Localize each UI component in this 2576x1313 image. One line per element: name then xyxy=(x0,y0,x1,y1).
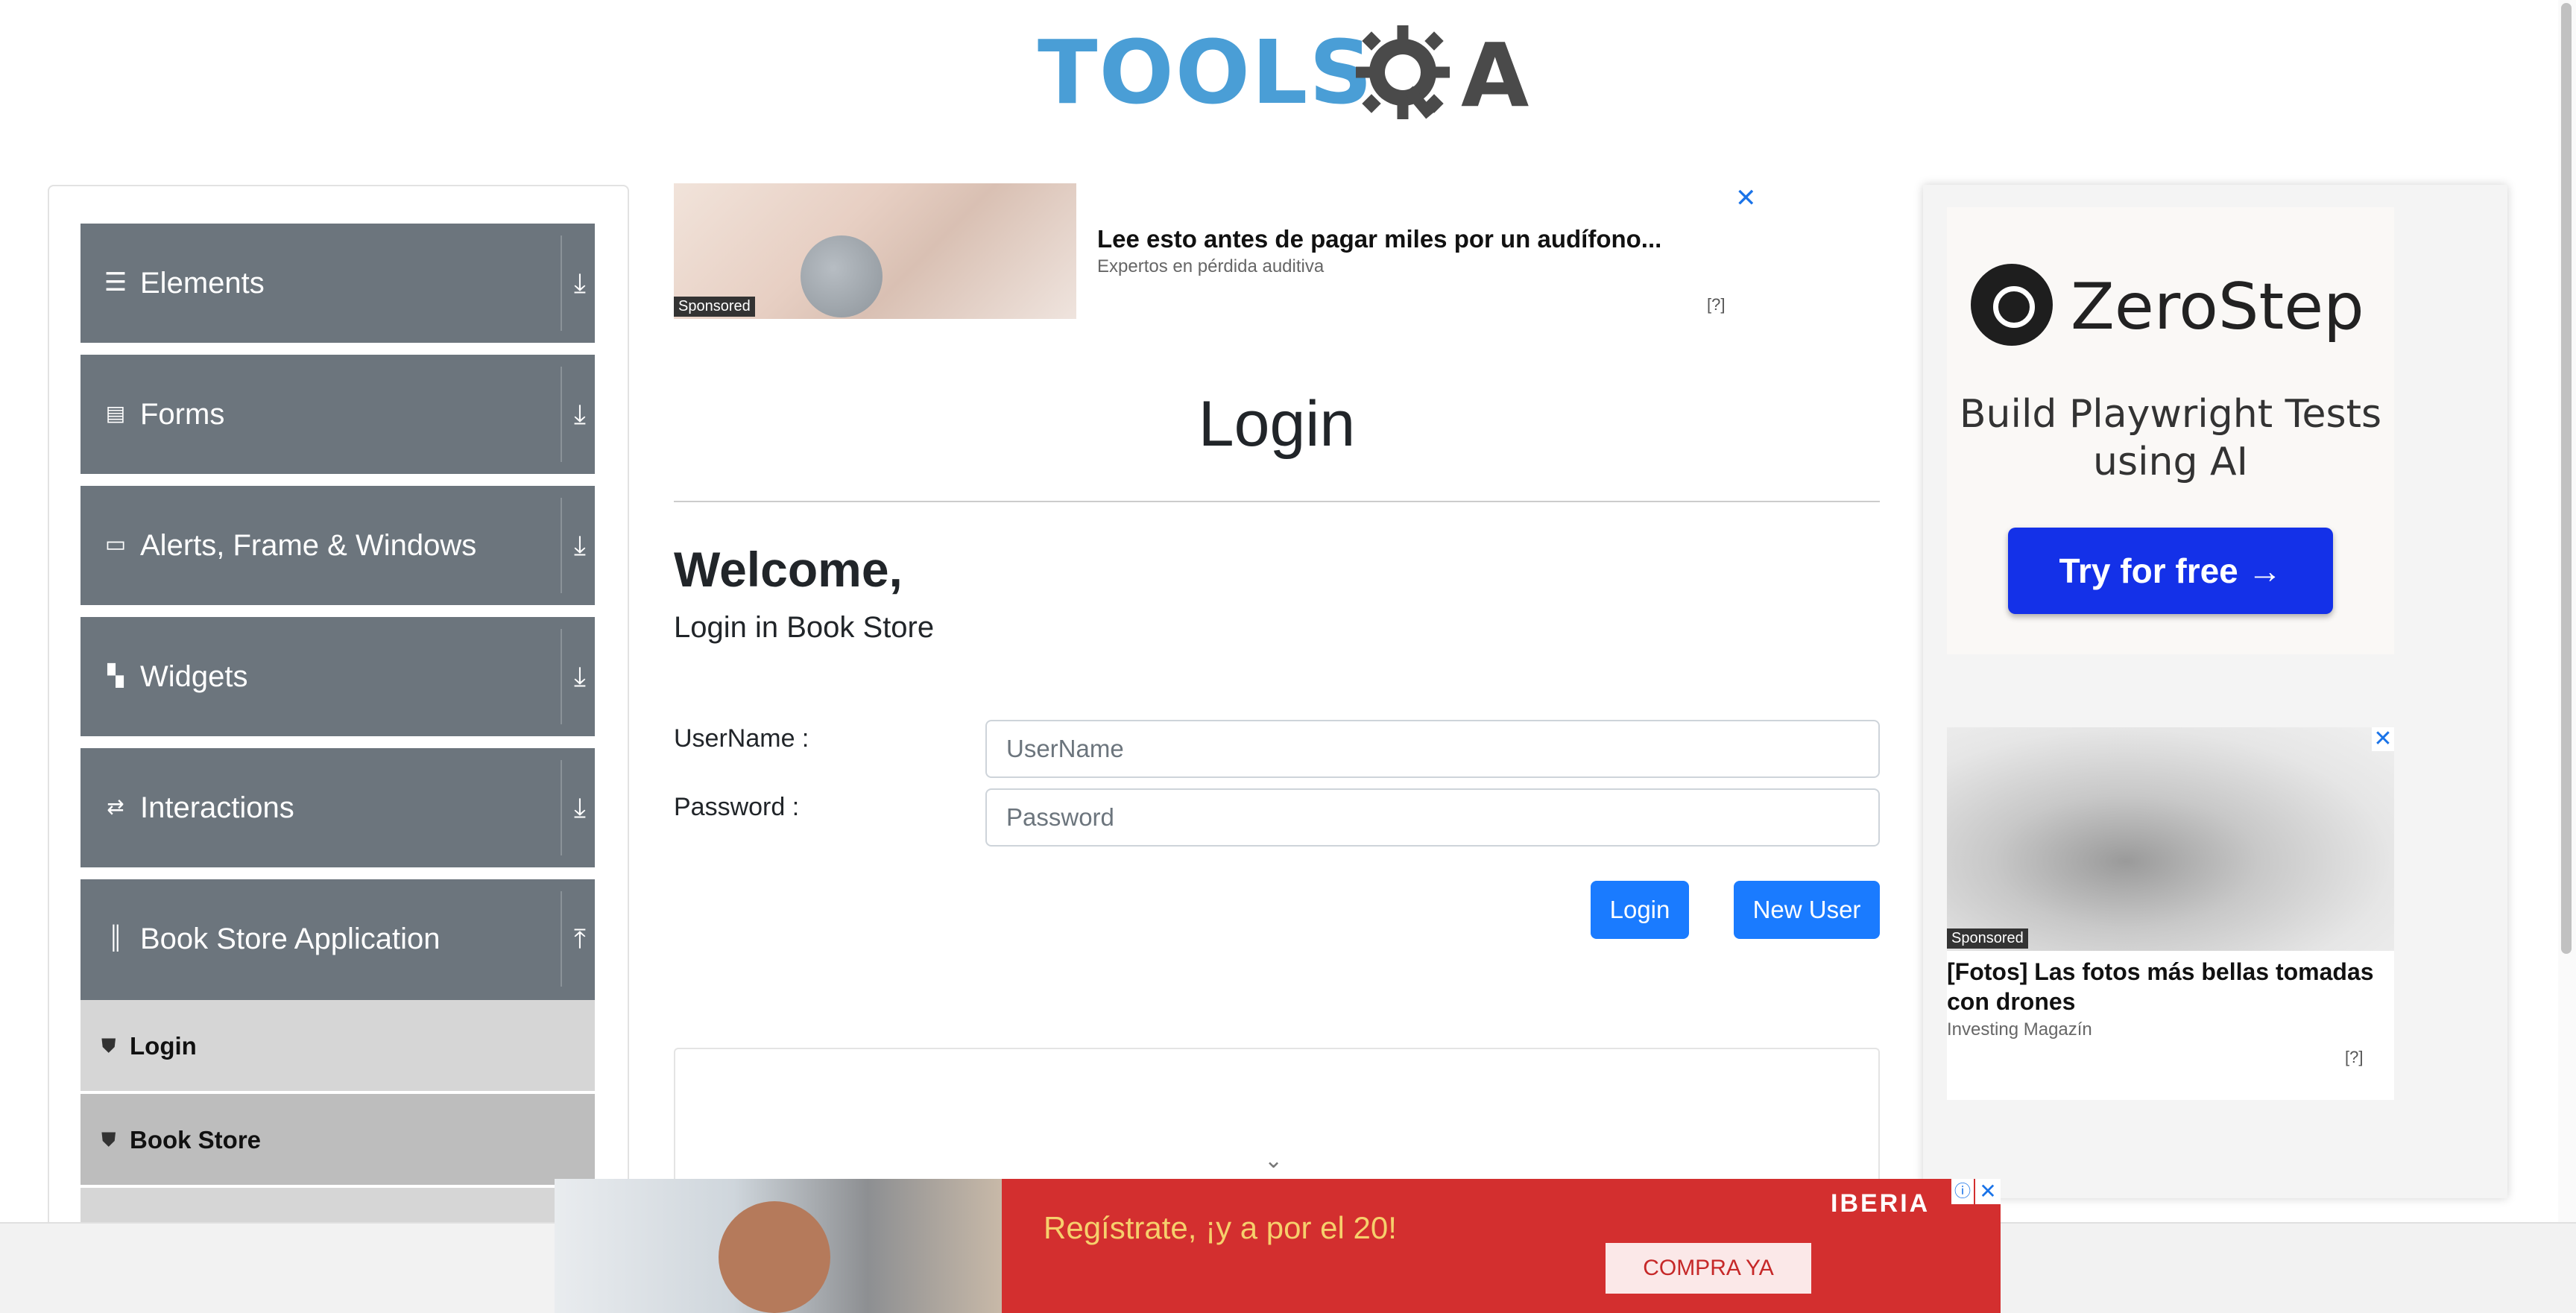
sidebar-group-label: Widgets xyxy=(140,660,248,693)
window-icon: ▭ xyxy=(104,532,127,557)
close-icon[interactable]: ✕ xyxy=(2372,727,2394,751)
adchoices-icon[interactable]: ⓘ xyxy=(1951,1179,1974,1204)
divider xyxy=(561,629,562,724)
sponsored-label: Sponsored xyxy=(674,297,755,317)
person-image xyxy=(719,1201,830,1313)
zerostep-tagline: Build Playwright Tests using AI xyxy=(1959,392,2382,484)
divider xyxy=(561,891,562,987)
page-title: Login xyxy=(1198,388,1356,460)
chevron-down-icon[interactable]: ⌄ xyxy=(1264,1148,1283,1174)
ad-help-link[interactable]: [?] xyxy=(2345,1048,2363,1067)
divider xyxy=(561,498,562,593)
username-input[interactable] xyxy=(985,720,1880,778)
sidebar-group-widgets[interactable]: ▚ Widgets ⤓ xyxy=(80,617,595,736)
sidebar: ☰ Elements ⤓ ▤ Forms ⤓ ▭ Alerts, Frame &… xyxy=(48,185,629,1303)
scrollbar-thumb[interactable] xyxy=(2561,3,2572,954)
compra-ya-button[interactable]: COMPRA YA xyxy=(1606,1243,1811,1294)
expand-arrow-icon[interactable]: ⤓ xyxy=(565,267,595,300)
interactions-icon: ⇄ xyxy=(107,795,124,818)
close-icon[interactable]: ✕ xyxy=(1975,1179,2001,1204)
try-for-free-button[interactable]: Try for free → xyxy=(2008,528,2333,614)
divider xyxy=(561,367,562,462)
sidebar-item-book-store[interactable]: ⛊ Book Store xyxy=(80,1094,595,1186)
gear-icon xyxy=(1356,25,1450,119)
divider xyxy=(561,235,562,331)
html5-icon: ⛊ xyxy=(101,1034,116,1057)
collapse-arrow-icon[interactable]: ⤒ xyxy=(565,923,595,955)
library-icon: ║ xyxy=(107,926,124,950)
sidebar-group-label: Interactions xyxy=(140,791,294,824)
username-label: UserName : xyxy=(674,724,809,753)
sidebar-item-login[interactable]: ⛊ Login xyxy=(80,1000,595,1092)
close-icon[interactable]: ✕ xyxy=(1735,183,1757,213)
divider xyxy=(674,501,1880,502)
iberia-ad[interactable]: Regístrate, ¡y a por el 20! IBERIA COMPR… xyxy=(555,1179,2001,1313)
ad-title[interactable]: Lee esto antes de pagar miles por un aud… xyxy=(1097,225,1661,253)
toolsqa-logo[interactable]: TOOLS A xyxy=(1038,21,1529,137)
sponsored-label: Sponsored xyxy=(1947,928,2028,949)
sidebar-group-label: Elements xyxy=(140,267,265,300)
sidebar-group-interactions[interactable]: ⇄ Interactions ⤓ xyxy=(80,748,595,867)
sidebar-item-label: Book Store xyxy=(130,1126,262,1154)
login-subtitle: Login in Book Store xyxy=(674,611,935,644)
expand-arrow-icon[interactable]: ⤓ xyxy=(565,660,595,693)
sidebar-group-elements[interactable]: ☰ Elements ⤓ xyxy=(80,224,595,343)
hamburger-icon: ☰ xyxy=(104,268,127,297)
expand-arrow-icon[interactable]: ⤓ xyxy=(565,791,595,824)
widgets-icon: ▚ xyxy=(107,664,124,687)
expand-arrow-icon[interactable]: ⤓ xyxy=(565,529,595,562)
ad-image[interactable] xyxy=(555,1179,1002,1313)
iberia-logo: IBERIA xyxy=(1831,1189,1931,1218)
sidebar-group-label: Forms xyxy=(140,398,225,431)
new-user-button[interactable]: New User xyxy=(1734,881,1880,939)
ad-title[interactable]: [Fotos] Las fotos más bellas tomadas con… xyxy=(1947,957,2394,1016)
ad-help-link[interactable]: [?] xyxy=(1707,295,1725,314)
zerostep-ad[interactable]: ZeroStep Build Playwright Tests using AI… xyxy=(1947,207,2394,654)
ad-image[interactable] xyxy=(1947,727,2394,951)
welcome-heading: Welcome, xyxy=(674,542,903,597)
logo-text-tools: TOOLS xyxy=(1038,21,1374,124)
zerostep-brand: ZeroStep xyxy=(2071,270,2364,344)
ad-subtitle: Expertos en pérdida auditiva xyxy=(1097,256,1325,276)
divider xyxy=(561,760,562,855)
password-input[interactable] xyxy=(985,788,1880,847)
html5-icon: ⛊ xyxy=(101,1128,116,1151)
zerostep-logo-icon xyxy=(1971,264,2053,346)
sidebar-item-label: Login xyxy=(130,1032,197,1060)
sidebar-group-alerts[interactable]: ▭ Alerts, Frame & Windows ⤓ xyxy=(80,486,595,605)
drone-photos-ad[interactable]: Sponsored [Fotos] Las fotos más bellas t… xyxy=(1947,727,2394,1100)
hearing-aid-image xyxy=(801,235,883,317)
sidebar-group-forms[interactable]: ▤ Forms ⤓ xyxy=(80,355,595,474)
logo-text-a: A xyxy=(1461,24,1530,127)
expand-arrow-icon[interactable]: ⤓ xyxy=(565,398,595,431)
ad-source: Investing Magazín xyxy=(1947,1019,2092,1040)
sponsored-ad-top[interactable]: Sponsored Lee esto antes de pagar miles … xyxy=(674,183,1764,320)
sidebar-group-label: Alerts, Frame & Windows xyxy=(140,529,477,562)
document-icon: ▤ xyxy=(105,402,126,425)
sidebar-group-label: Book Store Application xyxy=(140,923,441,955)
sidebar-group-book-store-application[interactable]: ║ Book Store Application ⤒ xyxy=(80,879,595,1000)
password-label: Password : xyxy=(674,793,800,821)
login-button[interactable]: Login xyxy=(1591,881,1689,939)
ad-text: Regístrate, ¡y a por el 20! xyxy=(1044,1210,1397,1245)
